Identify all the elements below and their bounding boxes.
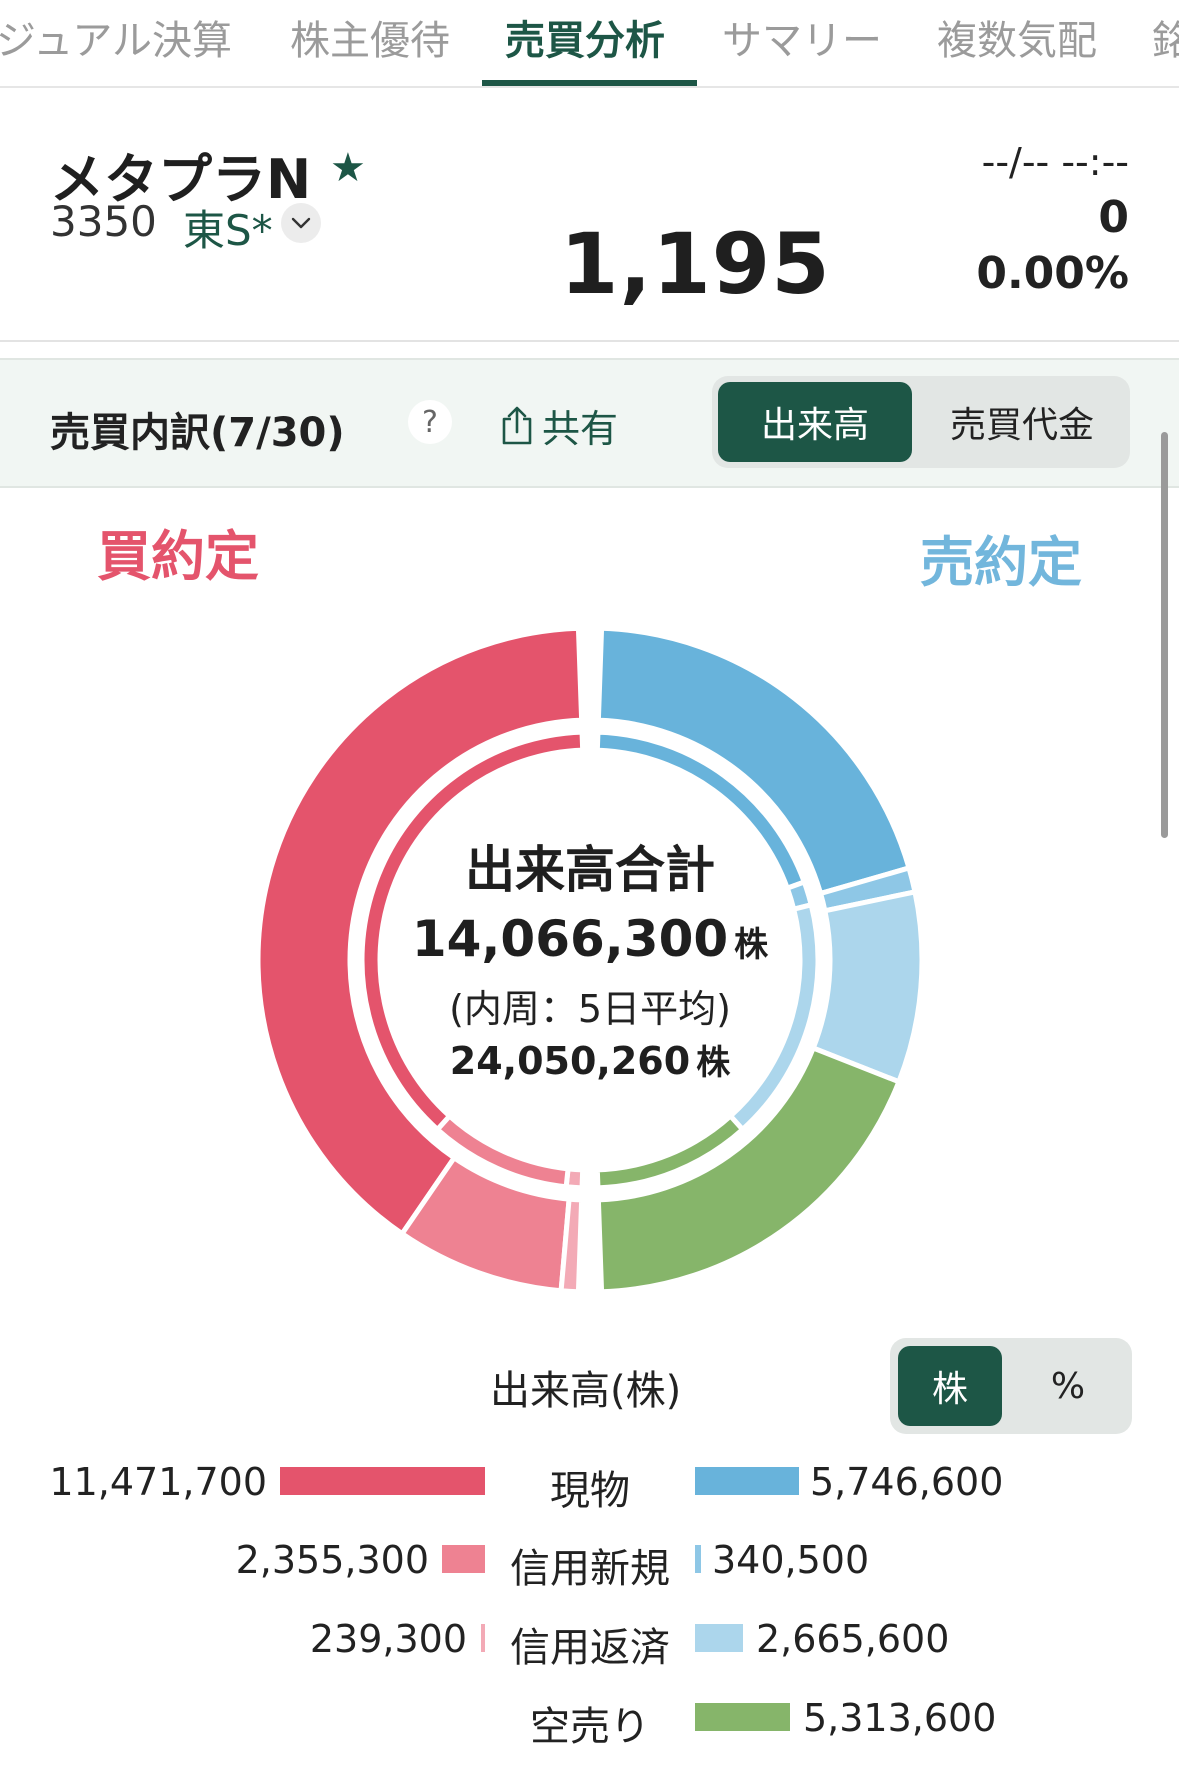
sell-margin-repay-value: 2,665,600 <box>756 1617 950 1661</box>
buy-cash-bar <box>280 1467 485 1495</box>
average-volume-unit: 株 <box>696 1043 731 1083</box>
total-volume-unit: 株 <box>734 925 769 965</box>
unit-shares[interactable]: 株 <box>898 1346 1002 1426</box>
tab-more[interactable]: 銘 <box>1152 8 1179 66</box>
center-average: 24,050,260 株 <box>350 1035 830 1084</box>
tab-trade-analysis[interactable]: 売買分析 <box>505 8 665 66</box>
sell-margin-new-value: 340,500 <box>712 1538 870 1582</box>
scrollbar[interactable] <box>1161 432 1168 838</box>
current-price: 1,195 <box>560 215 831 313</box>
row-label-margin-new: 信用新規 <box>510 1546 670 1592</box>
segment-trading-value[interactable]: 売買代金 <box>920 382 1124 462</box>
sell-margin-new-bar <box>695 1545 701 1573</box>
buy-margin-repay-bar <box>481 1624 485 1652</box>
row-label-margin-repay: 信用返済 <box>510 1625 670 1671</box>
market-label[interactable]: 東S* <box>183 197 273 258</box>
share-label: 共有 <box>542 407 619 451</box>
row-label-cash: 現物 <box>550 1468 630 1514</box>
row-label-short-sell: 空売り <box>530 1704 650 1750</box>
center-title: 出来高合計 <box>465 841 715 899</box>
tab-shareholder-benefits[interactable]: 株主優待 <box>290 8 450 66</box>
center-subtitle: (内周：5日平均) <box>449 987 731 1031</box>
section-title: 売買内訳(7/30) <box>50 410 345 456</box>
short-sell-bar <box>695 1703 790 1731</box>
buy-margin-new-value: 2,355,300 <box>235 1538 429 1582</box>
buy-cash-value: 11,471,700 <box>49 1460 267 1504</box>
stock-code: 3350 <box>50 197 157 246</box>
active-tab-indicator <box>482 80 697 86</box>
share-icon <box>502 406 532 444</box>
buy-margin-repay-value: 239,300 <box>309 1617 467 1661</box>
tab-multi-quote[interactable]: 複数気配 <box>937 8 1097 66</box>
chevron-down-icon[interactable] <box>281 203 321 243</box>
share-button[interactable]: 共有 <box>498 398 618 453</box>
price-change: 0 <box>1098 192 1129 243</box>
sell-side-label: 売約定 <box>920 531 1082 594</box>
average-volume-value: 24,050,260 <box>449 1039 691 1083</box>
price-timestamp: --/-- --:-- <box>981 140 1129 184</box>
sell-cash-value: 5,746,600 <box>810 1460 1004 1504</box>
center-total: 14,066,300 株 <box>350 910 830 968</box>
sell-margin-repay-bar <box>695 1624 743 1652</box>
donut-center: 出来高合計 14,066,300 株 (内周：5日平均) 24,050,260 株 <box>350 830 830 1084</box>
price-change-percent: 0.00% <box>976 248 1129 299</box>
sell-cash-bar <box>695 1467 799 1495</box>
favorite-star-icon[interactable]: ★ <box>330 145 366 191</box>
buy-side-label: 買約定 <box>97 525 259 588</box>
unit-percent[interactable]: % <box>1012 1346 1124 1426</box>
buy-margin-new-bar <box>442 1545 485 1573</box>
legend-title: 出来高(株) <box>490 1368 682 1414</box>
tab-summary[interactable]: サマリー <box>722 8 882 66</box>
short-sell-value: 5,313,600 <box>803 1696 997 1740</box>
tab-bar: ジュアル決算 株主優待 売買分析 サマリー 複数気配 銘 <box>0 0 1179 88</box>
help-button[interactable]: ? <box>408 400 452 444</box>
segment-volume[interactable]: 出来高 <box>718 382 912 462</box>
tab-visual-earnings[interactable]: ジュアル決算 <box>0 8 232 66</box>
total-volume-value: 14,066,300 <box>411 910 729 968</box>
divider <box>0 340 1179 342</box>
